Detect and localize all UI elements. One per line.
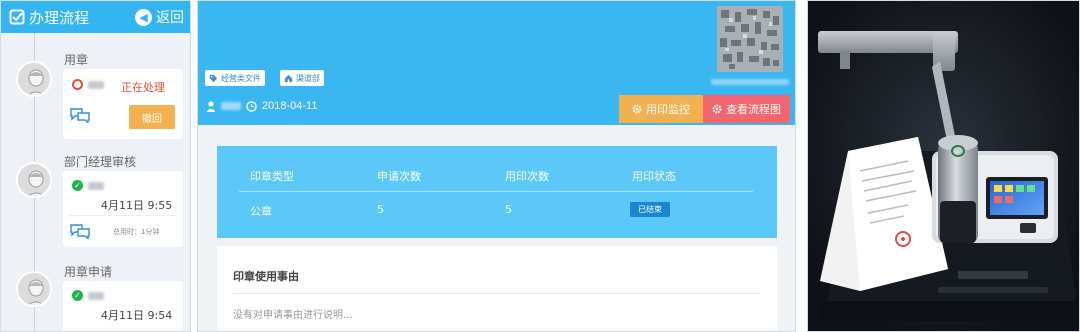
qr-caption-blurred bbox=[711, 79, 789, 85]
flow-header: 办理流程 ◀ 返回 bbox=[1, 1, 190, 33]
reason-text: 没有对申请事由进行说明... bbox=[233, 310, 353, 321]
tag-file-type[interactable]: 经营类文件 bbox=[205, 70, 265, 86]
clock-outline-icon bbox=[246, 100, 257, 112]
stage-status-row bbox=[72, 79, 104, 90]
checkbox-icon bbox=[9, 9, 25, 25]
withdraw-button[interactable]: 撤回 bbox=[129, 105, 175, 129]
stage-applicant-row: ✓ bbox=[72, 290, 104, 301]
clock-icon bbox=[72, 79, 83, 90]
stage-date: 4月11日 9:55 bbox=[101, 199, 173, 212]
home-icon bbox=[284, 74, 293, 82]
reason-divider bbox=[233, 293, 761, 294]
check-icon: ✓ bbox=[72, 290, 83, 301]
approver-name-blurred bbox=[88, 181, 104, 190]
table-header-apply-count: 申请次数 bbox=[377, 170, 421, 183]
seal-table: 印章类型 申请次数 用印次数 用印状态 公章 5 5 已结束 bbox=[217, 146, 777, 238]
applicant-name-blurred bbox=[88, 291, 104, 300]
stage-approver-row: ✓ bbox=[72, 180, 104, 191]
stage-card-manager: ✓ 4月11日 9:55 总用时：1分钟 bbox=[63, 171, 183, 247]
flow-title-text: 办理流程 bbox=[29, 8, 90, 27]
detail-date: 2018-04-11 bbox=[262, 100, 318, 112]
screenshot-composite: 办理流程 ◀ 返回 用章 正在处理 撤回 部门经理审核 ✓ 4月11日 9:55… bbox=[0, 0, 1080, 332]
reason-title: 印章使用事由 bbox=[233, 270, 299, 283]
back-arrow-icon: ◀ bbox=[135, 8, 152, 26]
table-header-use-count: 用印次数 bbox=[505, 170, 549, 183]
table-header-seal-type: 印章类型 bbox=[250, 170, 294, 183]
avatar-icon bbox=[16, 271, 52, 307]
stage-label-seal: 用章 bbox=[64, 53, 89, 67]
view-flowchart-button[interactable]: 查看流程图 bbox=[703, 95, 790, 123]
table-header-status: 用印状态 bbox=[632, 170, 676, 183]
user-icon bbox=[206, 100, 216, 112]
user-name-blurred bbox=[221, 102, 241, 110]
back-button[interactable]: ◀ 返回 bbox=[135, 7, 184, 27]
tag-department[interactable]: 渠道部 bbox=[280, 70, 324, 86]
qr-code-icon bbox=[717, 6, 783, 72]
tag-file-type-label: 经营类文件 bbox=[221, 73, 261, 83]
detail-panel: 经营类文件 渠道部 2018-04-11 用印监控 查看流程图 印章类型 申请次… bbox=[197, 0, 796, 332]
stage-label-apply: 用章申请 bbox=[64, 265, 113, 279]
flow-panel: 办理流程 ◀ 返回 用章 正在处理 撤回 部门经理审核 ✓ 4月11日 9:55… bbox=[0, 0, 191, 332]
back-label: 返回 bbox=[156, 10, 184, 26]
gear-icon bbox=[632, 104, 642, 114]
table-cell-seal-type: 公章 bbox=[250, 205, 272, 218]
card-divider bbox=[69, 215, 177, 216]
applicant-name-blurred bbox=[88, 80, 104, 89]
detail-header: 经营类文件 渠道部 2018-04-11 用印监控 查看流程图 bbox=[198, 1, 795, 125]
status-badge: 已结束 bbox=[630, 202, 670, 217]
table-divider bbox=[239, 191, 753, 192]
chat-icon[interactable] bbox=[69, 107, 91, 123]
tag-department-label: 渠道部 bbox=[296, 73, 320, 83]
detail-meta: 2018-04-11 bbox=[206, 100, 317, 112]
stage-used-time: 总用时：1分钟 bbox=[113, 228, 160, 236]
table-cell-use-count: 5 bbox=[505, 203, 512, 216]
check-icon: ✓ bbox=[72, 180, 83, 191]
chat-icon[interactable] bbox=[69, 223, 91, 239]
avatar-icon bbox=[16, 61, 52, 97]
stage-label-manager: 部门经理审核 bbox=[64, 155, 137, 169]
avatar-icon bbox=[16, 162, 52, 198]
table-cell-apply-count: 5 bbox=[377, 203, 384, 216]
view-flowchart-label: 查看流程图 bbox=[726, 103, 781, 116]
seal-device-photo bbox=[807, 0, 1080, 332]
tag-icon bbox=[209, 74, 218, 82]
flow-title: 办理流程 bbox=[9, 7, 89, 28]
stage-card-apply: ✓ 4月11日 9:54 bbox=[63, 281, 183, 331]
stage-date: 4月11日 9:54 bbox=[101, 309, 173, 322]
gear-icon bbox=[712, 104, 722, 114]
stage-status-text: 正在处理 bbox=[121, 81, 165, 94]
stage-card-seal: 正在处理 撤回 bbox=[63, 69, 183, 139]
seal-monitor-label: 用印监控 bbox=[646, 103, 690, 116]
seal-monitor-button[interactable]: 用印监控 bbox=[619, 95, 703, 123]
reason-section: 印章使用事由 没有对申请事由进行说明... bbox=[217, 246, 777, 331]
